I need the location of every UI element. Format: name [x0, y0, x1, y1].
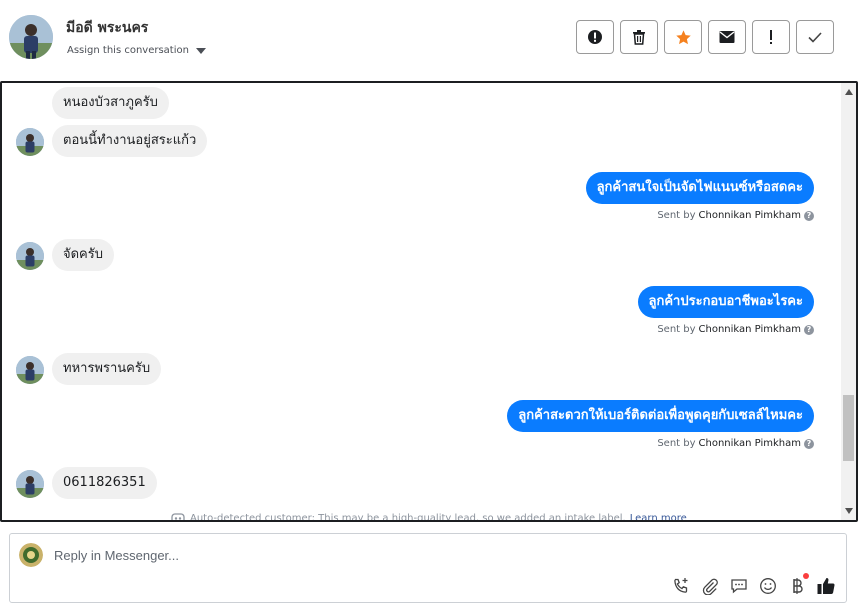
delete-button[interactable]: [620, 20, 658, 54]
composer-toolbar: [671, 573, 836, 596]
sent-by-label: Sent by Chonnikan Pimkham ?: [657, 438, 814, 449]
learn-more-link[interactable]: Learn more: [630, 513, 687, 521]
sent-by-label: Sent by Chonnikan Pimkham ?: [657, 324, 814, 335]
conversation-header: มีอดี พระนคร Assign this conversation: [0, 0, 860, 82]
reply-input[interactable]: [54, 546, 654, 564]
incoming-message: หนองบัวสาภูครับ: [52, 87, 169, 119]
star-icon: [675, 29, 691, 44]
notification-dot: [803, 573, 809, 579]
reply-composer: [9, 533, 847, 603]
spam-button[interactable]: [576, 20, 614, 54]
scroll-down-arrow[interactable]: [845, 508, 853, 514]
attachment-icon[interactable]: [700, 576, 720, 596]
mark-done-button[interactable]: [796, 20, 834, 54]
sender-name: Chonnikan Pimkham: [698, 324, 801, 335]
scrollbar[interactable]: [841, 83, 856, 520]
emoji-icon[interactable]: [758, 576, 778, 596]
scroll-thumb[interactable]: [843, 395, 854, 461]
saved-replies-icon[interactable]: [729, 576, 749, 596]
star-button[interactable]: [664, 20, 702, 54]
help-icon[interactable]: ?: [804, 210, 814, 221]
contact-avatar-small: [16, 128, 44, 156]
incoming-message: ทหารพรานครับ: [52, 353, 162, 385]
contact-avatar-small: [16, 470, 44, 498]
help-icon[interactable]: ?: [804, 438, 814, 449]
sender-name: Chonnikan Pimkham: [698, 210, 801, 221]
outgoing-message: ลูกค้าสะดวกให้เบอร์ติดต่อเพื่อพูดคุยกับเ…: [507, 400, 814, 432]
contact-avatar[interactable]: [9, 15, 53, 59]
sender-name: Chonnikan Pimkham: [698, 438, 801, 449]
contact-avatar-small: [16, 242, 44, 270]
contact-avatar-small: [16, 356, 44, 384]
phone-add-icon[interactable]: [671, 576, 691, 596]
incoming-message: 0611826351: [52, 467, 157, 499]
message-thread[interactable]: หนองบัวสาภูครับ ตอนนี้ทำงานอยู่สระแก้ว ล…: [0, 81, 858, 522]
contact-name: มีอดี พระนคร: [66, 20, 149, 36]
exclamation-icon: [770, 30, 772, 44]
incoming-message: จัดครับ: [52, 239, 114, 271]
mark-unread-button[interactable]: [708, 20, 746, 54]
check-icon: [808, 32, 822, 43]
alert-circle-icon: [588, 30, 602, 44]
envelope-icon: [719, 31, 735, 43]
outgoing-message: ลูกค้าประกอบอาชีพอะไรคะ: [637, 286, 814, 318]
incoming-message: ตอนนี้ทำงานอยู่สระแก้ว: [52, 125, 208, 157]
outgoing-message: ลูกค้าสนใจเป็นจัดไฟแนนซ์หรือสดคะ: [585, 172, 814, 204]
help-icon[interactable]: ?: [804, 324, 814, 335]
caret-down-icon: [195, 47, 206, 54]
robot-icon: [171, 513, 185, 520]
thumbs-up-icon[interactable]: [816, 576, 836, 596]
follow-up-button[interactable]: [752, 20, 790, 54]
sent-by-label: Sent by Chonnikan Pimkham ?: [657, 210, 814, 221]
payment-icon[interactable]: [787, 573, 809, 596]
assign-label: Assign this conversation: [67, 45, 189, 56]
assign-conversation-dropdown[interactable]: Assign this conversation: [67, 45, 206, 56]
page-avatar: [19, 543, 43, 567]
trash-icon: [633, 30, 645, 45]
conversation-actions: [576, 20, 834, 54]
auto-detect-notice: Auto-detected customer: This may be a hi…: [170, 512, 687, 521]
scroll-up-arrow[interactable]: [845, 89, 853, 95]
